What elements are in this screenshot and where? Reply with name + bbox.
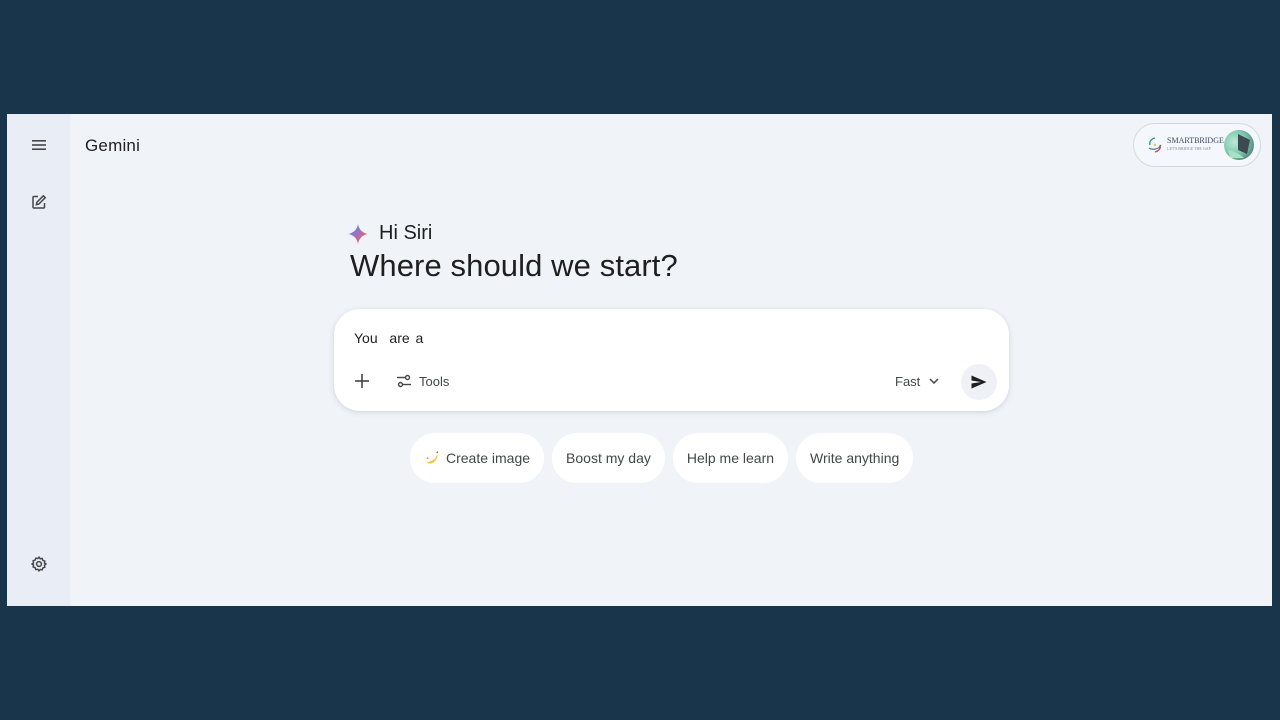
suggestion-chips: Create image Boost my day Help me learn … [410, 433, 914, 483]
new-chat-icon [32, 194, 47, 209]
mode-selector[interactable]: Fast [895, 370, 939, 392]
avatar-image-icon [1228, 134, 1250, 158]
plus-icon [355, 374, 369, 388]
prompt-box: Tools Fast [334, 309, 1009, 411]
smartbridge-logo-icon [1148, 137, 1162, 153]
avatar[interactable] [1224, 130, 1254, 160]
new-chat-button[interactable] [24, 187, 54, 217]
chip-label: Create image [446, 450, 531, 466]
send-button[interactable] [961, 364, 997, 400]
prompt-input[interactable] [354, 327, 974, 349]
chip-label: Help me learn [686, 450, 775, 466]
app-title: Gemini [85, 136, 141, 155]
settings-button[interactable] [24, 549, 54, 579]
brand-name: SMARTBRIDGE [1167, 136, 1224, 145]
greeting: Hi Siri [347, 222, 432, 245]
chevron-down-icon [929, 378, 939, 384]
menu-button[interactable] [24, 130, 54, 160]
greeting-text: Hi Siri [379, 222, 433, 244]
chip-create-image[interactable]: Create image [410, 433, 545, 483]
chip-label: Write anything [810, 450, 900, 466]
brand-logo: SMARTBRIDGE LET'S BRIDGE THE GAP [1146, 136, 1224, 154]
send-icon [971, 375, 987, 389]
sidebar-rail [7, 114, 70, 606]
chip-boost-my-day[interactable]: Boost my day [552, 433, 665, 483]
gemini-window: Gemini SMARTBRIDGE LET'S BRIDGE THE GAP [7, 114, 1272, 606]
chip-write-anything[interactable]: Write anything [796, 433, 914, 483]
page-title: Where should we start? [350, 248, 678, 283]
gemini-sparkle-icon [348, 223, 368, 244]
account-chip[interactable]: SMARTBRIDGE LET'S BRIDGE THE GAP [1133, 123, 1261, 167]
sliders-icon [397, 374, 411, 388]
chip-help-me-learn[interactable]: Help me learn [672, 433, 789, 483]
mode-label: Fast [895, 373, 921, 389]
add-attachment-button[interactable] [351, 370, 373, 392]
tools-label: Tools [419, 373, 450, 389]
chip-label: Boost my day [566, 450, 651, 466]
menu-icon [32, 140, 46, 150]
settings-icon [31, 556, 47, 572]
tools-button[interactable]: Tools [396, 370, 449, 392]
brand-tagline: LET'S BRIDGE THE GAP [1167, 146, 1211, 151]
banana-icon [426, 451, 439, 464]
